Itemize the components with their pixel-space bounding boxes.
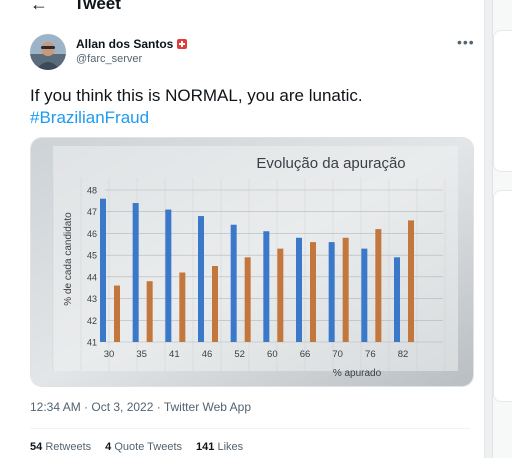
x-tick-label: 41 (169, 349, 180, 360)
chart-title: Evolução da apuração (256, 155, 405, 172)
likes-stat[interactable]: 141 Likes (196, 441, 243, 453)
bar (244, 257, 251, 342)
bar (212, 266, 218, 342)
x-tick-label: 30 (104, 349, 115, 360)
x-tick-label: 52 (234, 349, 245, 360)
bar (198, 216, 204, 342)
chart-xlabel: % apurado (333, 368, 382, 379)
x-tick-label: 66 (300, 349, 311, 360)
retweets-count: 54 (30, 441, 43, 453)
bar (179, 272, 186, 342)
author-handle[interactable]: @farc_server (76, 53, 142, 65)
bar (328, 242, 335, 342)
x-tick-label: 35 (136, 349, 147, 360)
y-tick-label: 44 (87, 272, 97, 282)
bar (277, 248, 284, 342)
arrow-left-icon[interactable]: ← (30, 0, 48, 15)
tweet-media[interactable]: 41 42 43 44 45 46 47 48 30 35 41 46 52 60 66 70 76 82 Evo… (30, 137, 474, 387)
x-tick-label: 70 (332, 349, 343, 360)
x-tick-label: 76 (365, 349, 376, 360)
x-tick-label: 46 (202, 349, 213, 360)
retweets-stat[interactable]: 54 Retweets (30, 441, 91, 453)
y-tick-label: 45 (87, 251, 97, 261)
right-sidebar-cards (492, 0, 512, 458)
chart-svg: 41 42 43 44 45 46 47 48 30 35 41 46 52 60 66 70 76 82 Evo… (31, 138, 473, 386)
swiss-flag-icon (177, 39, 188, 49)
avatar[interactable] (30, 34, 66, 70)
bar (296, 237, 302, 342)
tweet-header: ← Tweet (0, 0, 484, 18)
tweet-stats: 54 Retweets 4 Quote Tweets 141 Likes (30, 441, 243, 453)
sidebar-card (493, 190, 512, 402)
more-options-icon[interactable]: ••• (457, 34, 475, 50)
tweet-body: If you think this is NORMAL, you are lun… (30, 86, 363, 105)
y-tick-label: 47 (87, 207, 97, 217)
y-tick-label: 48 (87, 186, 97, 196)
likes-label: Likes (217, 441, 244, 453)
x-tick-label: 82 (398, 349, 409, 360)
bar (342, 237, 349, 342)
quotes-label: Quote Tweets (114, 441, 183, 453)
y-tick-label: 46 (87, 229, 97, 239)
bar (230, 224, 237, 342)
bar (263, 231, 270, 342)
quotes-stat[interactable]: 4 Quote Tweets (105, 441, 182, 453)
bar (146, 281, 153, 342)
hashtag-link[interactable]: #BrazilianFraud (30, 107, 363, 129)
bar (165, 209, 172, 342)
bar (394, 257, 400, 342)
page-title: Tweet (74, 0, 121, 13)
bar (375, 229, 382, 342)
y-tick-label: 41 (87, 338, 97, 348)
bar (114, 285, 120, 342)
retweets-label: Retweets (45, 441, 92, 453)
chart-ylabel: % de cada candidato (63, 212, 74, 306)
y-tick-label: 42 (87, 316, 97, 326)
y-tick-label: 43 (87, 294, 97, 304)
likes-count: 141 (196, 441, 215, 453)
divider (30, 428, 470, 429)
bar (100, 198, 106, 342)
bar (361, 248, 368, 342)
bar (132, 203, 139, 342)
author-name[interactable]: Allan dos Santos (76, 37, 188, 51)
quotes-count: 4 (105, 441, 112, 453)
x-tick-label: 60 (267, 349, 278, 360)
bar (310, 242, 316, 342)
bar (408, 220, 414, 342)
tweet-column: ← Tweet Allan dos Santos @farc_server ••… (0, 0, 484, 458)
tweet-text: If you think this is NORMAL, you are lun… (30, 85, 363, 129)
sidebar-card (493, 30, 512, 172)
tweet-timestamp[interactable]: 12:34 AM · Oct 3, 2022 · Twitter Web App (30, 400, 251, 414)
